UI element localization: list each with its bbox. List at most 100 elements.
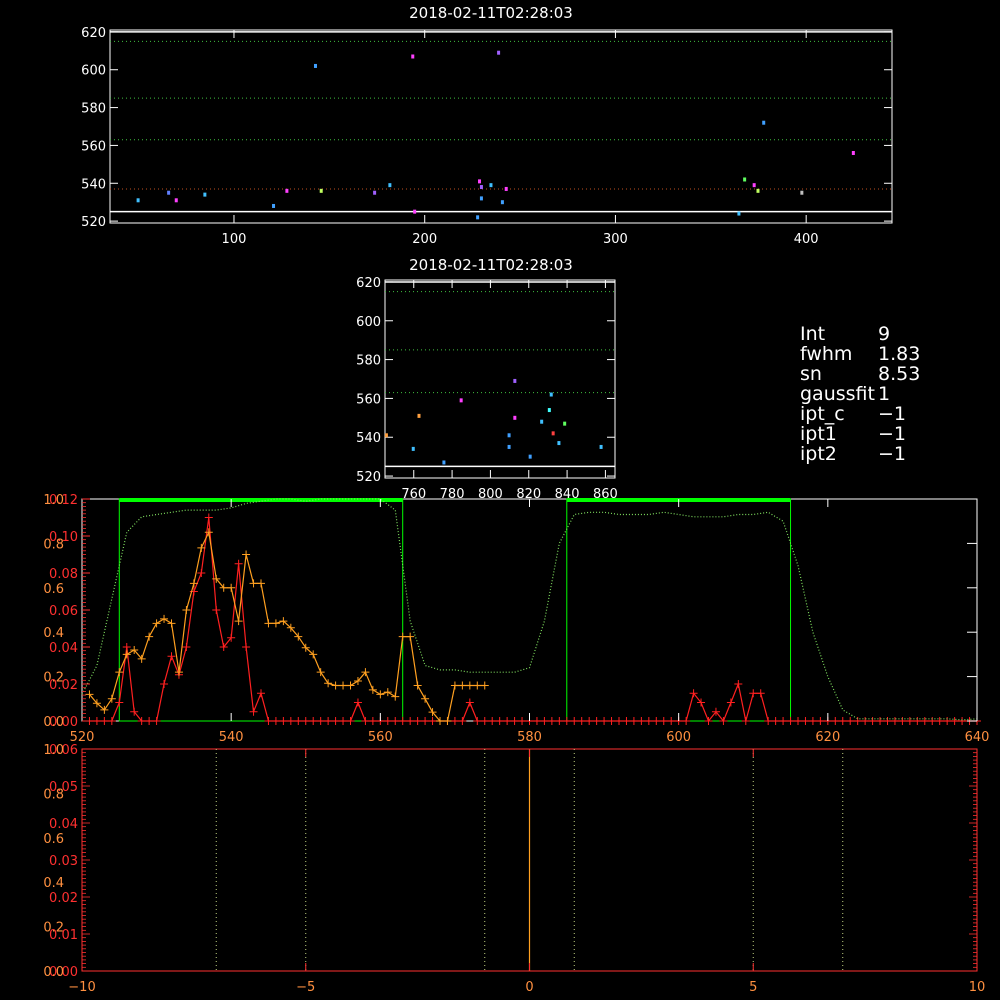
data-point	[540, 419, 544, 424]
y-tick-label: 600	[81, 64, 106, 79]
y-tick-label: 620	[81, 26, 106, 41]
data-point	[551, 431, 555, 436]
data-point	[547, 408, 551, 413]
y-tick-label: 580	[356, 354, 381, 369]
y-tick-label-red: 0.03	[49, 854, 78, 869]
x-tick-label: 200	[412, 232, 437, 247]
y-tick-label-orange: 0.0	[43, 715, 64, 730]
y-tick-label-red: 0.06	[49, 604, 78, 619]
info-line-ipt2: ipt2 −1	[800, 444, 906, 464]
data-point	[167, 190, 171, 195]
y-tick-label-orange: 0.4	[43, 876, 64, 891]
info-key: ipt2	[800, 443, 837, 465]
data-point	[762, 120, 766, 125]
y-tick-label-red: 0.02	[49, 891, 78, 906]
x-tick-label: −5	[296, 980, 315, 995]
data-point	[489, 183, 493, 188]
data-point	[285, 188, 289, 193]
y-tick-label-orange: 0.8	[43, 787, 64, 802]
data-point	[599, 444, 603, 449]
y-tick-label-orange: 0.6	[43, 582, 64, 597]
info-key: ipt_c	[800, 403, 845, 425]
x-tick-label: 580	[517, 730, 542, 745]
y-tick-label-orange: 0.2	[43, 671, 64, 686]
info-key: ipt1	[800, 423, 837, 445]
data-point	[479, 196, 483, 201]
data-point	[442, 460, 446, 465]
x-tick-label: 620	[815, 730, 840, 745]
data-point	[388, 183, 392, 188]
x-tick-label: 10	[969, 980, 986, 995]
data-point	[459, 398, 463, 403]
data-point	[563, 421, 567, 426]
data-point	[136, 198, 140, 203]
data-point	[513, 415, 517, 420]
info-key: Int	[800, 323, 826, 345]
plot-canvas: 2018-02-11T02:28:03 52054056058060062010…	[0, 0, 1000, 1000]
data-point	[528, 454, 532, 459]
info-value: −1	[878, 423, 907, 445]
x-tick-label: 800	[478, 487, 503, 502]
info-value: 1	[878, 383, 891, 405]
info-key: fwhm	[800, 343, 853, 365]
y-tick-label: 600	[356, 315, 381, 330]
info-line-int: Int 9	[800, 324, 890, 344]
x-tick-label: 560	[368, 730, 393, 745]
data-point	[413, 209, 417, 214]
data-point	[384, 433, 388, 438]
y-tick-label: 620	[356, 276, 381, 291]
x-tick-label: 780	[440, 487, 465, 502]
data-point	[373, 190, 377, 195]
data-point	[557, 441, 561, 446]
data-point	[851, 150, 855, 155]
y-tick-label: 540	[356, 431, 381, 446]
y-tick-label: 580	[81, 102, 106, 117]
y-tick-label: 520	[81, 215, 106, 230]
info-key: sn	[800, 363, 822, 385]
y-tick-label-red: 0.04	[49, 641, 78, 656]
y-tick-label-orange: 1.0	[43, 493, 64, 508]
data-point	[479, 185, 483, 190]
info-value: −1	[878, 443, 907, 465]
data-point	[411, 446, 415, 451]
y-tick-label-red: 0.08	[49, 567, 78, 582]
info-line-ipt-c: ipt_c −1	[800, 404, 906, 424]
x-tick-label: 400	[794, 232, 819, 247]
data-point	[272, 203, 276, 208]
data-point	[417, 413, 421, 418]
x-tick-label: 540	[219, 730, 244, 745]
data-point	[478, 179, 482, 184]
data-point	[174, 198, 178, 203]
y-tick-label-red: 0.04	[49, 817, 78, 832]
data-point	[756, 188, 760, 193]
data-point	[313, 63, 317, 68]
data-point	[411, 54, 415, 59]
top-panel-title: 2018-02-11T02:28:03	[409, 4, 573, 22]
x-tick-label: −10	[68, 980, 95, 995]
info-line-fwhm: fwhm 1.83	[800, 344, 920, 364]
info-line-ipt1: ipt1 −1	[800, 424, 906, 444]
x-tick-label: 820	[516, 487, 541, 502]
x-tick-label: 5	[749, 980, 757, 995]
data-point	[737, 211, 741, 216]
y-tick-label: 520	[356, 470, 381, 485]
data-point	[497, 50, 501, 55]
info-line-gaussfit: gaussfit 1	[800, 384, 890, 404]
info-value: 9	[878, 323, 891, 345]
y-tick-label-orange: 0.6	[43, 832, 64, 847]
data-point	[319, 188, 323, 193]
x-tick-label: 600	[666, 730, 691, 745]
y-tick-label-orange: 0.2	[43, 921, 64, 936]
info-value: −1	[878, 403, 907, 425]
y-tick-label: 540	[81, 177, 106, 192]
data-point	[513, 378, 517, 383]
data-point	[549, 392, 553, 397]
x-tick-label: 760	[401, 487, 426, 502]
x-tick-label: 640	[965, 730, 990, 745]
data-point	[500, 200, 504, 205]
data-point	[800, 190, 804, 195]
data-point	[476, 215, 480, 220]
y-tick-label: 560	[81, 139, 106, 154]
y-tick-label-orange: 1.0	[43, 743, 64, 758]
x-tick-label: 300	[603, 232, 628, 247]
